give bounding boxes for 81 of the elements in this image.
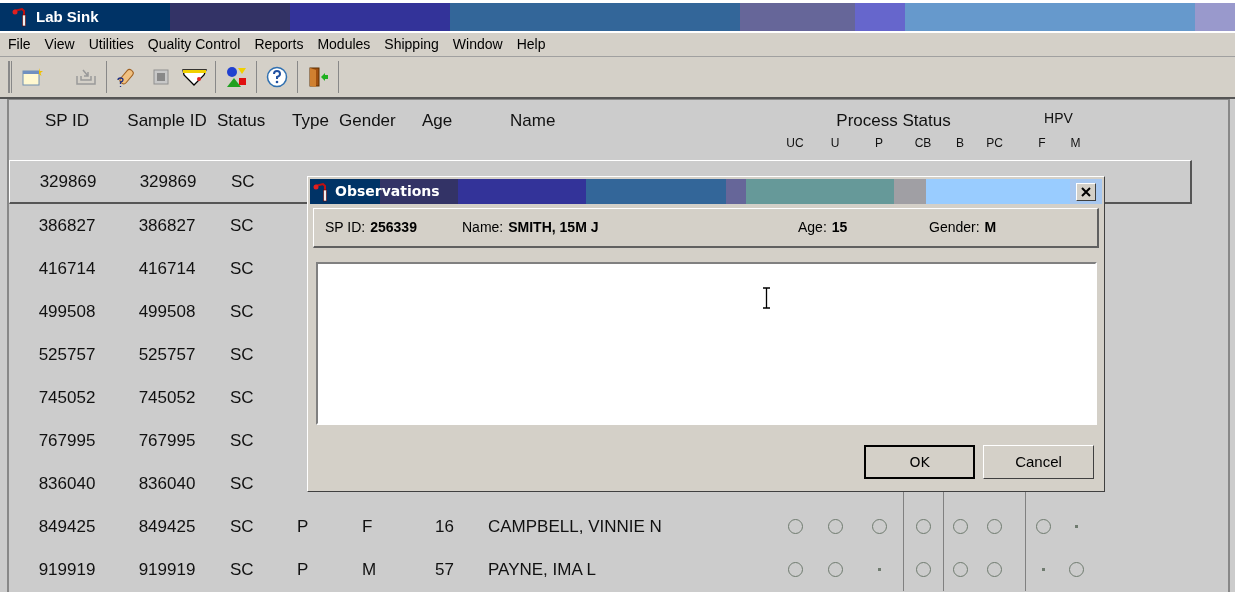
table-cell-text: 745052: [137, 386, 197, 409]
table-cell-text: SC: [229, 558, 255, 581]
table-cell-text: 767995: [137, 429, 197, 452]
table-cell-text: SC: [229, 472, 255, 495]
menu-item[interactable]: Modules: [315, 34, 373, 55]
field-label: SP ID:: [325, 218, 366, 237]
table-cell-text: SC: [229, 257, 255, 280]
field-value: 256339: [370, 218, 417, 237]
field-label: Gender:: [929, 218, 980, 237]
table-cell: CAMPBELL, VINNIE N: [488, 516, 662, 536]
table-cell-text: SC: [229, 343, 255, 366]
table-cell-text: 919919: [137, 558, 197, 581]
table-cell-text: 329869: [138, 170, 198, 193]
field-label: Age:: [798, 218, 827, 237]
table-cell-text: 745052: [37, 386, 97, 409]
table-row[interactable]: 919919 919919 SC P M 57 PAYNE, IMA L: [9, 548, 1228, 591]
table-cell-text: 416714: [37, 257, 97, 280]
table-cell-text: SC: [229, 429, 255, 452]
menu-item[interactable]: Shipping: [382, 34, 441, 55]
column-group-header: HPV: [1043, 109, 1074, 128]
column-header: F: [1037, 135, 1047, 152]
menu-item[interactable]: Window: [450, 34, 505, 55]
column-header: PC: [985, 135, 1004, 152]
table-cell-text: 329869: [38, 170, 98, 193]
table-cell-text: SC: [229, 214, 255, 237]
table-cell-text: 416714: [137, 257, 197, 280]
table-cell-text: 849425: [137, 515, 197, 538]
column-header: B: [955, 135, 965, 152]
table-cell-text: 386827: [37, 214, 97, 237]
table-cell-text: SC: [229, 515, 255, 538]
table-cell-text: 525757: [37, 343, 97, 366]
table-cell-text: 499508: [37, 300, 97, 323]
field-label: Name:: [462, 218, 504, 237]
table-cell: M: [362, 559, 377, 579]
menu-item[interactable]: Reports: [252, 34, 306, 55]
menu-item[interactable]: Utilities: [86, 34, 136, 55]
column-header: UC: [785, 135, 805, 152]
table-cell: P: [297, 516, 309, 536]
table-cell-text: 919919: [37, 558, 97, 581]
table-cell: P: [297, 559, 309, 579]
table-cell: PAYNE, IMA L: [488, 559, 597, 579]
column-header: U: [829, 135, 841, 152]
table-cell-text: 499508: [137, 300, 197, 323]
field-value: SMITH, 15M J: [508, 218, 599, 237]
table-cell-text: 525757: [137, 343, 197, 366]
column-header: Name: [509, 110, 557, 132]
column-header: M: [1069, 135, 1082, 152]
column-group-header: Process Status: [835, 110, 952, 132]
window-title: Lab Sink: [36, 6, 99, 27]
field-value: M: [984, 218, 997, 237]
column-header: Age: [421, 110, 454, 132]
dialog-title: Observations: [335, 182, 440, 201]
table-cell-text: 836040: [137, 472, 197, 495]
close-icon: [1081, 186, 1091, 197]
table-cell-text: 849425: [37, 515, 97, 538]
table-row[interactable]: 849425 849425 SC P F 16 CAMPBELL, VINNIE N: [9, 505, 1228, 548]
field-value: 15: [831, 218, 848, 237]
menu-item[interactable]: Help: [514, 34, 548, 55]
column-header: Type: [291, 110, 330, 132]
table-cell: 57: [435, 559, 454, 579]
menu-item[interactable]: File: [6, 34, 33, 55]
column-header: CB: [913, 135, 933, 152]
table-cell-text: 767995: [37, 429, 97, 452]
table-cell-text: 386827: [137, 214, 197, 237]
table-cell-text: 836040: [37, 472, 97, 495]
menu-item[interactable]: Quality Control: [145, 34, 243, 55]
column-header: Sample ID: [126, 110, 208, 132]
table-cell: F: [362, 516, 373, 536]
table-cell-text: SC: [230, 170, 256, 193]
close-button[interactable]: [1076, 182, 1096, 201]
column-header: Gender: [338, 110, 397, 132]
ok-button[interactable]: OK: [864, 445, 975, 479]
column-header: SP ID: [43, 110, 91, 132]
menu-item[interactable]: View: [42, 34, 77, 55]
table-cell-text: SC: [229, 300, 255, 323]
table-cell-text: SC: [229, 386, 255, 409]
table-cell: 16: [435, 516, 454, 536]
column-header: Status: [217, 110, 267, 132]
column-header: P: [874, 135, 884, 152]
cancel-button[interactable]: Cancel: [983, 445, 1094, 479]
text-cursor-icon: [762, 287, 771, 309]
